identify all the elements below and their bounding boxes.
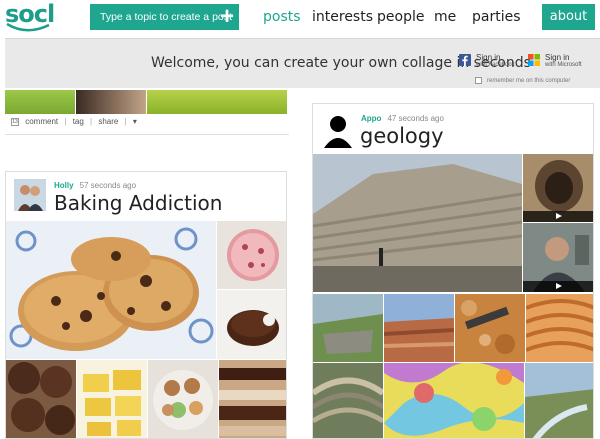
post-title[interactable]: geology [360, 124, 444, 148]
logo-swoosh-icon [6, 22, 50, 32]
card-divider [5, 134, 289, 135]
nav-parties[interactable]: parties [472, 9, 521, 25]
remember-me-option[interactable]: remember me on this computer [475, 77, 570, 84]
facebook-signin-line2: with Facebook [476, 62, 515, 68]
post-card-baking: Holly 57 seconds ago Baking Addiction [5, 171, 287, 439]
facebook-icon [459, 54, 471, 66]
facebook-signin-line1: Sign in [476, 53, 501, 62]
collage-video-speaker[interactable] [523, 223, 593, 292]
comment-link[interactable]: comment [25, 117, 58, 126]
post-time: 47 seconds ago [387, 114, 444, 123]
comment-count-icon: 13 [11, 117, 19, 126]
about-button[interactable]: about [542, 4, 595, 30]
collage-video-cave[interactable] [523, 154, 593, 222]
collage-photo-lemon-bars[interactable] [77, 360, 147, 438]
checkbox-icon[interactable] [475, 77, 482, 84]
post-time: 57 seconds ago [79, 181, 137, 190]
welcome-message: Welcome, you can create your own collage… [151, 55, 531, 71]
collage-photo-red-canyon[interactable] [384, 294, 454, 362]
remember-me-label: remember me on this computer [487, 78, 571, 85]
collage-photo-brownie-cookies[interactable] [6, 360, 76, 438]
nav-posts[interactable]: posts [263, 9, 301, 25]
collage-photo-gingerbread[interactable] [148, 360, 218, 438]
plus-icon: + [219, 3, 234, 30]
post-actions-bar: 13 comment | tag | share | ▾ [11, 117, 137, 126]
dropdown-icon[interactable]: ▾ [133, 117, 137, 126]
microsoft-signin-line1: Sign in [545, 53, 570, 62]
collage-photo[interactable] [5, 90, 75, 114]
share-link[interactable]: share [98, 117, 118, 126]
collage-photo-folded-rock[interactable] [313, 363, 383, 438]
socl-logo[interactable]: socl [5, 2, 55, 34]
collage-photo-layered-bars[interactable] [219, 360, 286, 438]
post-author[interactable]: Appo 47 seconds ago [361, 114, 444, 123]
create-post-button[interactable]: Type a topic to create a post + [90, 4, 239, 30]
collage-photo-sandstone-waves[interactable] [526, 294, 593, 362]
top-navigation: socl Type a topic to create a post + pos… [0, 0, 600, 38]
collage-photo-cliff[interactable] [313, 154, 522, 292]
collage-photo[interactable] [147, 90, 287, 114]
collage-photo-geologic-map[interactable] [384, 363, 524, 438]
tag-link[interactable]: tag [73, 117, 84, 126]
author-avatar[interactable] [322, 112, 354, 148]
author-name[interactable]: Holly [54, 181, 74, 190]
post-title[interactable]: Baking Addiction [54, 191, 222, 215]
post-author[interactable]: Holly 57 seconds ago [54, 181, 136, 190]
collage-photo-pink-cookies[interactable] [217, 221, 286, 289]
create-post-label: Type a topic to create a post [100, 11, 232, 23]
nav-interests[interactable]: interests [312, 9, 373, 25]
post-card-geology: Appo 47 seconds ago geology [312, 103, 594, 439]
video-play-icon[interactable] [523, 211, 593, 222]
collage-photo-hammer-rock[interactable] [455, 294, 525, 362]
microsoft-signin-line2: with Microsoft [545, 62, 582, 68]
video-play-icon[interactable] [523, 281, 593, 292]
nav-me[interactable]: me [434, 9, 456, 25]
collage-photo-river-valley[interactable] [525, 363, 593, 438]
welcome-banner: Welcome, you can create your own collage… [5, 38, 600, 88]
author-name[interactable]: Appo [361, 114, 381, 123]
collage-photo-canyon-green[interactable] [313, 294, 383, 362]
nav-people[interactable]: people [377, 9, 424, 25]
collage-photo-cookies[interactable] [6, 221, 216, 359]
collage-photo[interactable] [76, 90, 146, 114]
author-avatar[interactable] [14, 179, 46, 211]
collage-photo-chocolate-cookie[interactable] [217, 290, 286, 359]
microsoft-icon [528, 54, 540, 66]
